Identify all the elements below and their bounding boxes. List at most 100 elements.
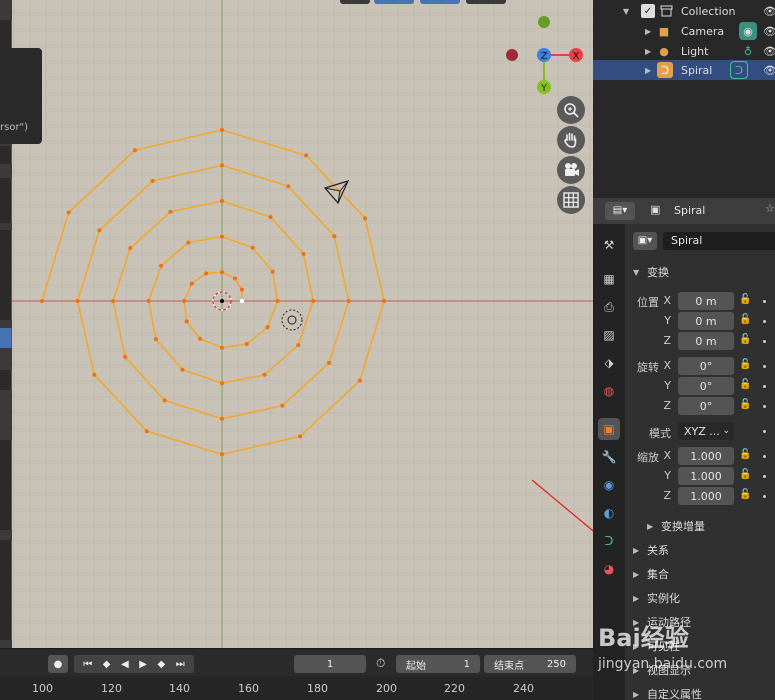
keyframe-dot[interactable] bbox=[763, 300, 766, 303]
camera-object-icon[interactable] bbox=[323, 180, 350, 205]
control-point[interactable] bbox=[75, 299, 80, 303]
rotation-mode-dropdown[interactable]: XYZ ... ⌄ bbox=[678, 422, 734, 440]
x-negative-axis[interactable] bbox=[506, 49, 518, 61]
control-point[interactable] bbox=[153, 337, 158, 342]
section-header-5[interactable]: ▶ 视图显示 bbox=[625, 659, 775, 681]
control-point[interactable] bbox=[275, 299, 280, 303]
outliner-row-camera[interactable]: ▶ ■ Camera ◉ 👁 bbox=[593, 21, 775, 41]
control-point[interactable] bbox=[186, 240, 191, 245]
camera-data-icon[interactable]: ◉ bbox=[739, 22, 757, 40]
spiral-line[interactable] bbox=[41, 129, 386, 456]
outliner-row-spiral[interactable]: ▶ ᑐ Spiral ᑐ 👁 bbox=[593, 60, 775, 80]
end-frame-field[interactable]: 结束点 250 bbox=[484, 655, 576, 673]
outliner-row-collection[interactable]: ▼ ✓ Collection 👁 bbox=[593, 1, 775, 21]
control-point[interactable] bbox=[146, 299, 151, 303]
location-z-field[interactable]: 0 m bbox=[678, 332, 734, 350]
keyframe-dot[interactable] bbox=[763, 385, 766, 388]
control-point[interactable] bbox=[220, 234, 224, 239]
expand-icon[interactable]: ▶ bbox=[645, 66, 651, 75]
control-point[interactable] bbox=[268, 215, 273, 219]
control-point[interactable] bbox=[270, 269, 275, 274]
control-point[interactable] bbox=[92, 372, 97, 377]
control-point[interactable] bbox=[239, 287, 244, 292]
tool-button[interactable] bbox=[0, 370, 12, 390]
scale-y-field[interactable]: 1.000 bbox=[678, 467, 734, 485]
control-point[interactable] bbox=[220, 452, 224, 457]
control-point[interactable] bbox=[150, 179, 155, 183]
keyframe-dot[interactable] bbox=[763, 475, 766, 478]
pin-icon[interactable]: ☆ bbox=[765, 202, 775, 215]
checkbox-icon[interactable]: ✓ bbox=[641, 4, 655, 18]
control-point[interactable] bbox=[332, 234, 337, 239]
lock-icon[interactable]: 🔓 bbox=[739, 399, 751, 410]
tool-button[interactable] bbox=[0, 440, 12, 530]
control-point[interactable] bbox=[220, 381, 224, 386]
header-button[interactable] bbox=[340, 0, 370, 4]
rotation-x-field[interactable]: 0° bbox=[678, 357, 734, 375]
expand-icon[interactable]: ▶ bbox=[645, 27, 651, 36]
control-point[interactable] bbox=[327, 360, 332, 365]
tool-button[interactable] bbox=[0, 178, 12, 223]
visibility-eye-icon[interactable]: 👁 bbox=[763, 64, 775, 77]
keyframe-dot[interactable] bbox=[763, 455, 766, 458]
control-point[interactable] bbox=[168, 209, 173, 214]
control-point[interactable] bbox=[382, 299, 387, 303]
control-point[interactable] bbox=[40, 299, 44, 303]
material-tab-icon[interactable]: ◕ bbox=[598, 558, 620, 580]
lock-icon[interactable]: 🔓 bbox=[739, 334, 751, 345]
control-point[interactable] bbox=[220, 127, 224, 132]
current-frame-field[interactable]: 1 bbox=[294, 655, 366, 673]
object-tab-icon[interactable]: ▣ bbox=[598, 418, 620, 440]
prev-keyframe-icon[interactable]: ◆ bbox=[103, 659, 111, 670]
scale-x-field[interactable]: 1.000 bbox=[678, 447, 734, 465]
outliner-row-light[interactable]: ▶ ● Light ♁ 👁 bbox=[593, 41, 775, 61]
section-header-3[interactable]: ▶ 运动路径 bbox=[625, 611, 775, 633]
lock-icon[interactable]: 🔓 bbox=[739, 489, 751, 500]
control-point[interactable] bbox=[265, 325, 270, 330]
stopwatch-icon[interactable]: ⏱ bbox=[376, 656, 385, 671]
curve-data-tab-icon[interactable]: ᑐ bbox=[598, 530, 620, 552]
keyframe-dot[interactable] bbox=[763, 320, 766, 323]
next-keyframe-icon[interactable]: ◆ bbox=[158, 659, 166, 670]
world-tab-icon[interactable]: ◍ bbox=[598, 380, 620, 402]
curve-data-icon[interactable]: ᑐ bbox=[730, 61, 748, 79]
keyframe-dot[interactable] bbox=[763, 495, 766, 498]
lock-icon[interactable]: 🔓 bbox=[739, 294, 751, 305]
control-point[interactable] bbox=[184, 319, 189, 324]
control-point[interactable] bbox=[182, 299, 187, 303]
control-point[interactable] bbox=[111, 299, 116, 303]
editor-type-dropdown[interactable]: ▤▾ bbox=[605, 202, 635, 220]
jump-end-icon[interactable]: ⏭ bbox=[176, 659, 185, 670]
control-point[interactable] bbox=[123, 354, 128, 359]
tool-button-active[interactable] bbox=[0, 328, 12, 348]
control-point[interactable] bbox=[144, 429, 149, 434]
scale-z-field[interactable]: 1.000 bbox=[678, 487, 734, 505]
control-point[interactable] bbox=[346, 299, 351, 303]
control-point[interactable] bbox=[304, 153, 309, 158]
control-point[interactable] bbox=[363, 216, 368, 221]
control-point[interactable] bbox=[133, 148, 137, 153]
control-point[interactable] bbox=[128, 246, 133, 250]
object-name-field[interactable]: Spiral bbox=[663, 232, 775, 250]
lock-icon[interactable]: 🔓 bbox=[739, 314, 751, 325]
navigation-gizmo[interactable]: X Y Z bbox=[495, 10, 593, 110]
perspective-toggle-button[interactable] bbox=[557, 186, 585, 214]
lock-icon[interactable]: 🔓 bbox=[739, 359, 751, 370]
section-header-2[interactable]: ▶ 实例化 bbox=[625, 587, 775, 609]
control-point[interactable] bbox=[66, 210, 71, 215]
keyframe-dot[interactable] bbox=[763, 365, 766, 368]
tool-button[interactable] bbox=[0, 20, 12, 48]
control-point[interactable] bbox=[298, 434, 303, 439]
jump-start-icon[interactable]: ⏮ bbox=[83, 659, 92, 670]
lock-icon[interactable]: 🔓 bbox=[739, 449, 751, 460]
control-point[interactable] bbox=[204, 271, 209, 276]
expand-icon[interactable]: ▼ bbox=[623, 7, 629, 16]
header-button[interactable] bbox=[374, 0, 414, 4]
control-point[interactable] bbox=[198, 336, 203, 341]
section-header-6[interactable]: ▶ 自定义属性 bbox=[625, 683, 775, 700]
tool-button[interactable] bbox=[0, 146, 12, 164]
play-icon[interactable]: ▶ bbox=[139, 659, 147, 670]
control-point[interactable] bbox=[97, 228, 102, 233]
control-point[interactable] bbox=[296, 343, 301, 348]
control-point[interactable] bbox=[189, 281, 194, 286]
